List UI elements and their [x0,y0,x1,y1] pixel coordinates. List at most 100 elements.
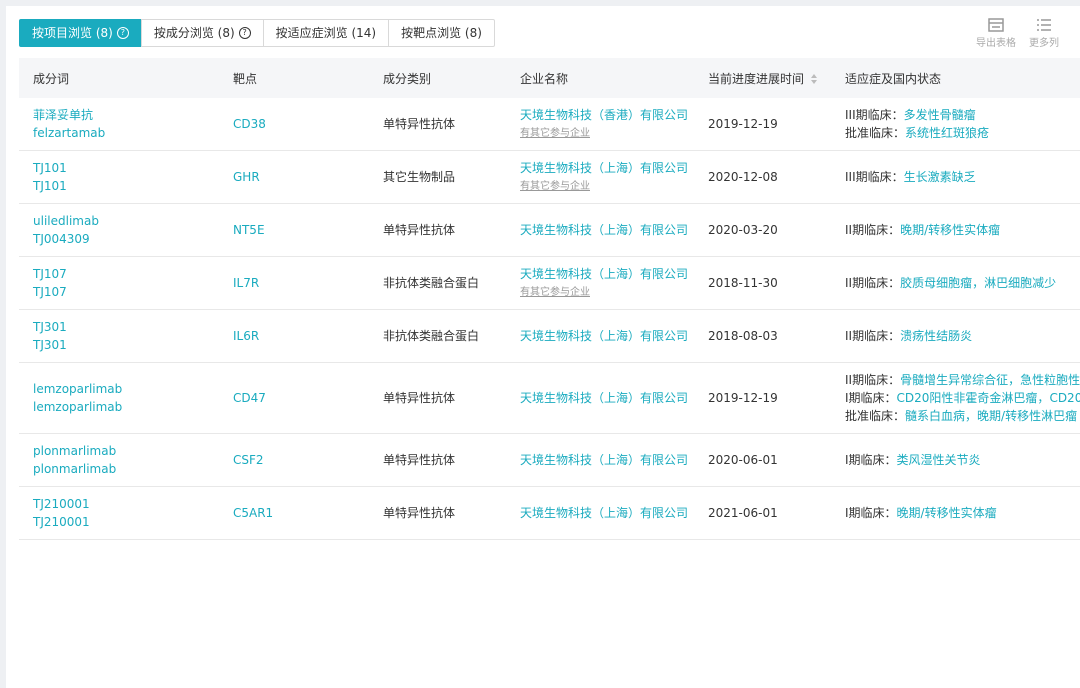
ingredient-name-link[interactable]: plonmarlimab [33,442,219,460]
indication-link[interactable]: 胶质母细胞瘤， [900,276,984,290]
indication-link[interactable]: 胞性白血病 [1056,373,1080,387]
tab-0[interactable]: 按项目浏览 (8)? [19,19,142,47]
other-companies-link[interactable]: 有其它参与企业 [520,126,694,142]
ingredient-name-link[interactable]: TJ210001 [33,495,219,513]
ingredient-name-link[interactable]: felzartamab [33,124,219,142]
tab-1[interactable]: 按成分浏览 (8)? [140,19,264,47]
company-cell: 天境生物科技（上海）有限公司 [506,362,694,434]
indication-link[interactable]: 生长激素缺乏 [904,170,976,184]
other-companies-link[interactable]: 有其它参与企业 [520,179,694,195]
ingredient-name-link[interactable]: lemzoparlimab [33,398,219,416]
indication-link[interactable]: 多发性骨髓瘤 [904,108,976,122]
tab-label: 按成分浏览 (8) [153,26,235,40]
indication-line: 批准临床：系统性红斑狼疮 [845,124,1080,142]
ingredient-name-link[interactable]: plonmarlimab [33,460,219,478]
indication-link[interactable]: CD20阳性弥漫性大B细胞淋巴瘤 [1049,391,1080,405]
ingredient-name-link[interactable]: TJ101 [33,177,219,195]
company-cell: 天境生物科技（上海）有限公司 [506,309,694,363]
target-link[interactable]: CD38 [233,117,266,131]
content-panel: 按项目浏览 (8)? 按成分浏览 (8)? 按适应症浏览 (14) 按靶点浏览 (8)… [6,6,1080,688]
target-cell: CSF2 [219,433,369,487]
target-link[interactable]: NT5E [233,223,265,237]
ingredient-cell: uliledlimab TJ004309 [19,203,219,257]
date-cell: 2021-06-01 [694,486,831,540]
ingredient-name-link[interactable]: TJ301 [33,336,219,354]
indication-link[interactable]: 瘤 [1065,409,1077,423]
indication-link[interactable]: CD20阳性非霍奇金淋巴瘤， [897,391,1050,405]
export-table-button[interactable]: 导出表格 [972,18,1020,49]
other-companies-link[interactable]: 有其它参与企业 [520,285,694,301]
tab-label: 按项目浏览 (8) [32,26,113,40]
category-cell: 非抗体类融合蛋白 [369,256,506,310]
company-link[interactable]: 天境生物科技（香港）有限公司 [520,108,688,122]
indication-link[interactable]: 髓系白血病， [905,409,977,423]
target-link[interactable]: GHR [233,170,260,184]
target-link[interactable]: CD47 [233,391,266,405]
header-date[interactable]: 当前进度进展时间 [694,58,831,98]
target-cell: CD47 [219,362,369,434]
more-columns-label: 更多列 [1029,38,1059,49]
more-columns-icon [1037,19,1051,31]
help-icon[interactable]: ? [238,27,251,39]
phase-label: I期临床： [845,391,897,405]
ingredient-name-link[interactable]: TJ004309 [33,230,219,248]
target-link[interactable]: IL6R [233,329,259,343]
indication-cell: II期临床：溃疡性结肠炎 [831,309,1080,363]
sort-icon[interactable] [810,73,818,85]
header-indication: 适应症及国内状态 [831,58,1080,98]
target-cell: GHR [219,150,369,204]
ingredient-name-link[interactable]: TJ107 [33,265,219,283]
company-link[interactable]: 天境生物科技（上海）有限公司 [520,223,688,237]
export-table-label: 导出表格 [976,38,1016,49]
category-cell: 非抗体类融合蛋白 [369,309,506,363]
ingredient-name-link[interactable]: TJ107 [33,283,219,301]
tab-label: 按靶点浏览 (8) [401,26,482,40]
company-cell: 天境生物科技（香港）有限公司 有其它参与企业 [506,98,694,151]
indication-link[interactable]: 系统性红斑狼疮 [905,126,989,140]
indication-link[interactable]: 晚期/转移性实体瘤 [897,506,997,520]
indication-line: II期临床：溃疡性结肠炎 [845,327,1080,345]
table-row: TJ107 TJ107 IL7R 非抗体类融合蛋白 天境生物科技（上海）有限公司 有其它参… [19,256,1080,310]
indication-line: 批准临床：髓系白血病，晚期/转移性淋巴瘤 [845,407,1080,425]
company-link[interactable]: 天境生物科技（上海）有限公司 [520,391,688,405]
category-cell: 单特异性抗体 [369,433,506,487]
indication-line: II期临床：晚期/转移性实体瘤 [845,221,1080,239]
indication-link[interactable]: 晚期/转移性实体瘤 [900,223,1000,237]
indication-link[interactable]: 晚期/转移性淋巴 [977,409,1065,423]
target-link[interactable]: IL7R [233,276,259,290]
company-link[interactable]: 天境生物科技（上海）有限公司 [520,267,688,281]
tab-3[interactable]: 按靶点浏览 (8) [388,19,495,47]
ingredient-cell: TJ101 TJ101 [19,150,219,204]
date-cell: 2019-12-19 [694,362,831,434]
company-link[interactable]: 天境生物科技（上海）有限公司 [520,453,688,467]
target-cell: IL7R [219,256,369,310]
target-cell: CD38 [219,98,369,151]
company-link[interactable]: 天境生物科技（上海）有限公司 [520,506,688,520]
tab-label: 按适应症浏览 (14) [275,26,377,40]
indication-link[interactable]: 淋巴细胞减少 [984,276,1056,290]
target-cell: C5AR1 [219,486,369,540]
help-icon[interactable]: ? [116,27,129,39]
indication-cell: II期临床：晚期/转移性实体瘤 [831,203,1080,257]
more-columns-button[interactable]: 更多列 [1020,18,1068,49]
target-link[interactable]: CSF2 [233,453,264,467]
category-cell: 单特异性抗体 [369,362,506,434]
ingredient-name-link[interactable]: TJ301 [33,318,219,336]
phase-label: III期临床： [845,108,904,122]
view-tabs: 按项目浏览 (8)? 按成分浏览 (8)? 按适应症浏览 (14) 按靶点浏览 (8) [19,19,495,47]
indication-link[interactable]: 急性粒 [1020,373,1056,387]
ingredient-name-link[interactable]: TJ101 [33,159,219,177]
target-cell: IL6R [219,309,369,363]
ingredient-name-link[interactable]: lemzoparlimab [33,380,219,398]
tab-2[interactable]: 按适应症浏览 (14) [262,19,390,47]
ingredient-name-link[interactable]: 菲泽妥单抗 [33,106,219,124]
indication-link[interactable]: 溃疡性结肠炎 [900,329,972,343]
company-link[interactable]: 天境生物科技（上海）有限公司 [520,329,688,343]
target-link[interactable]: C5AR1 [233,506,273,520]
ingredient-name-link[interactable]: uliledlimab [33,212,219,230]
ingredient-name-link[interactable]: TJ210001 [33,513,219,531]
phase-label: I期临床： [845,453,897,467]
indication-link[interactable]: 骨髓增生异常综合征， [900,373,1020,387]
company-link[interactable]: 天境生物科技（上海）有限公司 [520,161,688,175]
indication-link[interactable]: 类风湿性关节炎 [897,453,981,467]
